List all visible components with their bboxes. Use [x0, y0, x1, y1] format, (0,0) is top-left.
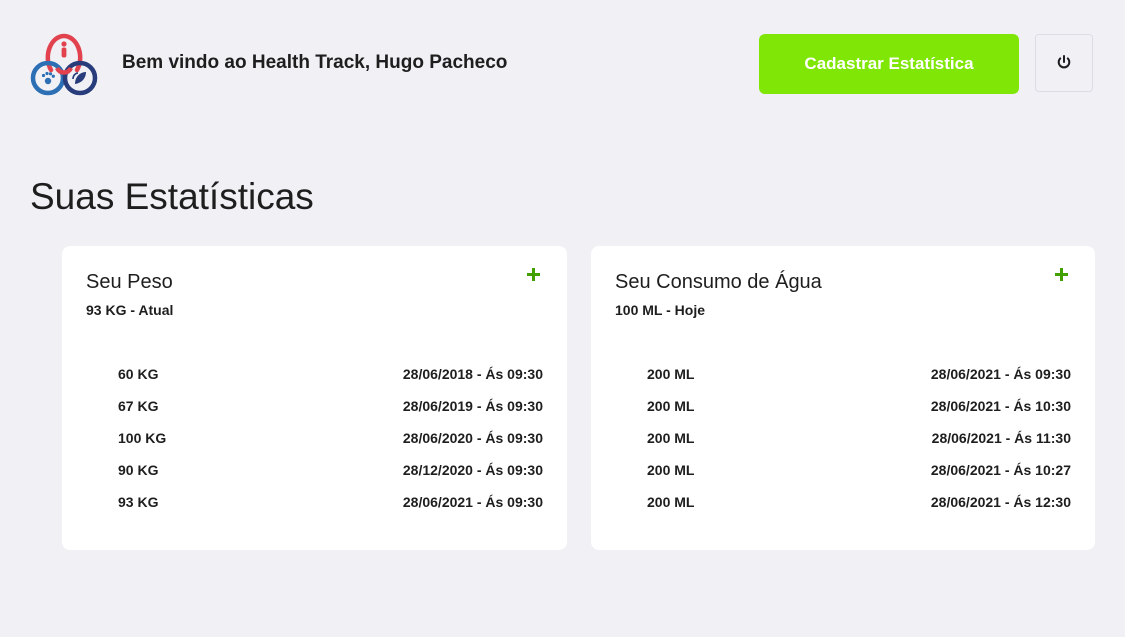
entry-date: 28/12/2020 - Ás 09:30: [402, 462, 543, 478]
entry-value: 60 KG: [118, 366, 159, 382]
list-item: 93 KG 28/06/2021 - Ás 09:30: [118, 492, 543, 524]
list-item: 67 KG 28/06/2019 - Ás 09:30: [118, 396, 543, 428]
entry-value: 67 KG: [118, 398, 159, 414]
weight-entries-list: 60 KG 28/06/2018 - Ás 09:30 67 KG 28/06/…: [118, 364, 543, 524]
list-item: 200 ML 28/06/2021 - Ás 11:30: [647, 428, 1071, 460]
entry-date: 28/06/2018 - Ás 09:30: [402, 366, 543, 382]
entry-date: 28/06/2021 - Ás 10:27: [930, 462, 1071, 478]
water-card: Seu Consumo de Água 100 ML - Hoje 200 ML…: [591, 246, 1095, 550]
list-item: 200 ML 28/06/2021 - Ás 10:27: [647, 460, 1071, 492]
logout-button[interactable]: [1035, 34, 1093, 92]
entry-date: 28/06/2021 - Ás 09:30: [402, 494, 543, 510]
entry-value: 90 KG: [118, 462, 159, 478]
welcome-message: Bem vindo ao Health Track, Hugo Pacheco: [122, 52, 508, 73]
add-water-plus-icon[interactable]: [1055, 266, 1071, 282]
entry-date: 28/06/2019 - Ás 09:30: [402, 398, 543, 414]
entry-value: 200 ML: [647, 366, 695, 382]
add-weight-plus-icon[interactable]: [527, 266, 543, 282]
page-title: Suas Estatísticas: [30, 176, 314, 217]
list-item: 60 KG 28/06/2018 - Ás 09:30: [118, 364, 543, 396]
card-title: Seu Peso: [86, 271, 173, 293]
entry-value: 200 ML: [647, 398, 695, 414]
card-title: Seu Consumo de Água: [615, 271, 822, 293]
list-item: 100 KG 28/06/2020 - Ás 09:30: [118, 428, 543, 460]
register-statistic-button[interactable]: Cadastrar Estatística: [759, 34, 1019, 94]
entry-date: 28/06/2021 - Ás 11:30: [931, 430, 1071, 446]
list-item: 200 ML 28/06/2021 - Ás 09:30: [647, 364, 1071, 396]
top-header: Bem vindo ao Health Track, Hugo Pacheco …: [0, 0, 1125, 130]
entry-date: 28/06/2021 - Ás 09:30: [930, 366, 1071, 382]
entry-date: 28/06/2020 - Ás 09:30: [402, 430, 543, 446]
entry-value: 200 ML: [647, 494, 695, 510]
entry-value: 93 KG: [118, 494, 159, 510]
power-icon: [1056, 54, 1072, 73]
entry-value: 100 KG: [118, 430, 167, 446]
water-entries-list: 200 ML 28/06/2021 - Ás 09:30 200 ML 28/0…: [647, 364, 1071, 524]
entry-date: 28/06/2021 - Ás 12:30: [930, 494, 1071, 510]
health-track-logo-icon: [29, 30, 99, 98]
card-subtitle: 93 KG - Atual: [86, 302, 174, 318]
weight-card: Seu Peso 93 KG - Atual 60 KG 28/06/2018 …: [62, 246, 567, 550]
list-item: 90 KG 28/12/2020 - Ás 09:30: [118, 460, 543, 492]
entry-date: 28/06/2021 - Ás 10:30: [930, 398, 1071, 414]
entry-value: 200 ML: [647, 462, 695, 478]
list-item: 200 ML 28/06/2021 - Ás 12:30: [647, 492, 1071, 524]
entry-value: 200 ML: [647, 430, 695, 446]
list-item: 200 ML 28/06/2021 - Ás 10:30: [647, 396, 1071, 428]
card-subtitle: 100 ML - Hoje: [615, 302, 705, 318]
